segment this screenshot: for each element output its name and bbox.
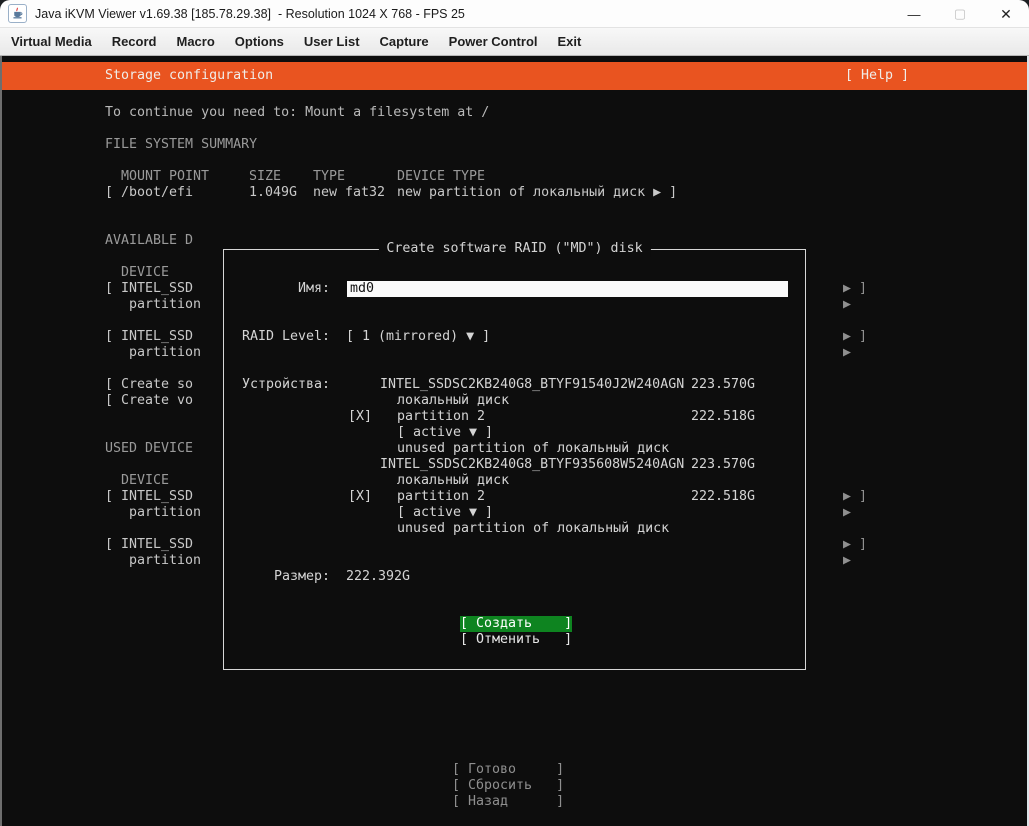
raid-name-input[interactable]: md0	[347, 281, 788, 297]
col-mount-point: MOUNT POINT	[121, 169, 209, 185]
device-checkbox[interactable]: [X]	[348, 489, 372, 505]
create-volume-group-item[interactable]: [ Create vo	[105, 393, 193, 409]
used-device-1[interactable]: [ INTEL_SSD	[105, 489, 193, 505]
menu-user-list[interactable]: User List	[294, 28, 370, 56]
raid-level-label: RAID Level:	[242, 329, 330, 345]
continue-notice: To continue you need to: Mount a filesys…	[105, 105, 489, 121]
used-device-2-partition[interactable]: partition	[129, 553, 201, 569]
edge-arrow-2: ▶	[843, 345, 851, 361]
device-partition: partition 2	[397, 409, 485, 425]
device-name: INTEL_SSDSC2KB240G8_BTYF91540J2W240AGN	[380, 377, 684, 393]
device-unused-note: unused partition of локальный диск	[397, 441, 669, 457]
used-device-2[interactable]: [ INTEL_SSD	[105, 537, 193, 553]
col-type: TYPE	[313, 169, 345, 185]
menu-record[interactable]: Record	[102, 28, 167, 56]
available-devices-heading: AVAILABLE D	[105, 233, 193, 249]
java-cup-icon	[11, 7, 24, 20]
available-device-2[interactable]: [ INTEL_SSD	[105, 329, 193, 345]
filesystem-summary-heading: FILE SYSTEM SUMMARY	[105, 137, 257, 153]
name-label: Имя:	[298, 281, 330, 297]
menu-exit[interactable]: Exit	[548, 28, 592, 56]
device-name: INTEL_SSDSC2KB240G8_BTYF935608W5240AGN	[380, 457, 684, 473]
java-app-icon	[8, 4, 27, 23]
edge-arrow-bracket-3: ▶ ]	[843, 489, 867, 505]
menu-bar: Virtual Media Record Macro Options User …	[0, 28, 1029, 56]
create-button[interactable]: [ Создать ]	[460, 616, 572, 632]
minimize-button[interactable]: —	[891, 0, 937, 28]
dialog-title: Create software RAID ("MD") disk	[378, 241, 650, 257]
col-device-type: DEVICE TYPE	[397, 169, 485, 185]
device-partition: partition 2	[397, 489, 485, 505]
installer-header: Storage configuration [ Help ]	[2, 62, 1027, 90]
device-size: 223.570G	[691, 457, 755, 473]
device-active-select[interactable]: [ active ▼ ]	[397, 505, 493, 521]
row-size: 1.049G	[249, 185, 297, 201]
window-controls: — ▢ ✕	[891, 0, 1029, 28]
edge-arrow-bracket-2: ▶ ]	[843, 329, 867, 345]
menu-capture[interactable]: Capture	[370, 28, 439, 56]
row-type: new fat32	[313, 185, 385, 201]
edge-arrow-1: ▶	[843, 297, 851, 313]
menu-power-control[interactable]: Power Control	[439, 28, 548, 56]
device-partition-size: 222.518G	[691, 409, 755, 425]
device-active-select[interactable]: [ active ▼ ]	[397, 425, 493, 441]
row-device-type: new partition of локальный диск ▶ ]	[397, 185, 677, 201]
devices-label: Устройства:	[242, 377, 330, 393]
menu-virtual-media[interactable]: Virtual Media	[1, 28, 102, 56]
device-checkbox[interactable]: [X]	[348, 409, 372, 425]
menu-macro[interactable]: Macro	[166, 28, 224, 56]
available-col-device: DEVICE	[121, 265, 169, 281]
window-title: Java iKVM Viewer v1.69.38 [185.78.29.38]…	[35, 7, 465, 21]
device-size: 223.570G	[691, 377, 755, 393]
device-unused-note: unused partition of локальный диск	[397, 521, 669, 537]
menu-options[interactable]: Options	[225, 28, 294, 56]
help-button[interactable]: [ Help ]	[845, 68, 909, 84]
kvm-remote-screen: Storage configuration [ Help ] To contin…	[0, 56, 1029, 826]
edge-arrow-bracket-1: ▶ ]	[843, 281, 867, 297]
used-devices-heading: USED DEVICE	[105, 441, 193, 457]
done-button[interactable]: [ Готово ]	[452, 762, 564, 778]
size-label: Размер:	[274, 569, 330, 585]
close-button[interactable]: ✕	[983, 0, 1029, 28]
create-raid-dialog: Create software RAID ("MD") disk Имя: md…	[223, 249, 806, 670]
available-device-1-partition[interactable]: partition	[129, 297, 201, 313]
raid-level-select[interactable]: [ 1 (mirrored) ▼ ]	[346, 329, 490, 345]
used-col-device: DEVICE	[121, 473, 169, 489]
row-mount-point: /boot/efi	[121, 185, 193, 201]
edge-arrow-4: ▶	[843, 553, 851, 569]
used-device-1-partition[interactable]: partition	[129, 505, 201, 521]
back-button[interactable]: [ Назад ]	[452, 794, 564, 810]
edge-arrow-3: ▶	[843, 505, 851, 521]
col-size: SIZE	[249, 169, 281, 185]
cancel-button[interactable]: [ Отменить ]	[460, 632, 572, 648]
edge-arrow-bracket-4: ▶ ]	[843, 537, 867, 553]
device-kind: локальный диск	[397, 473, 509, 489]
device-partition-size: 222.518G	[691, 489, 755, 505]
size-value: 222.392G	[346, 569, 410, 585]
available-device-2-partition[interactable]: partition	[129, 345, 201, 361]
ikvm-viewer-window: Java iKVM Viewer v1.69.38 [185.78.29.38]…	[0, 0, 1029, 826]
reset-button[interactable]: [ Сбросить ]	[452, 778, 564, 794]
maximize-button[interactable]: ▢	[937, 0, 983, 28]
device-kind: локальный диск	[397, 393, 509, 409]
available-device-1[interactable]: [ INTEL_SSD	[105, 281, 193, 297]
create-software-raid-item[interactable]: [ Create so	[105, 377, 193, 393]
page-title: Storage configuration	[105, 68, 273, 84]
title-bar: Java iKVM Viewer v1.69.38 [185.78.29.38]…	[0, 0, 1029, 28]
row-open-bracket: [	[105, 185, 113, 201]
